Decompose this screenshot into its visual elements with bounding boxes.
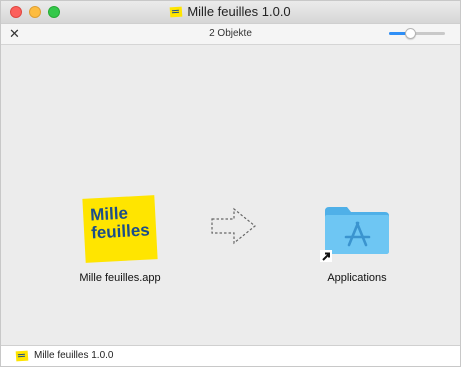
- window-title: Mille feuilles 1.0.0: [1, 4, 460, 19]
- icon-size-slider[interactable]: [389, 28, 445, 39]
- alias-arrow-icon: [320, 250, 332, 262]
- title-bar[interactable]: Mille feuilles 1.0.0: [1, 1, 460, 24]
- app-icon-text-line2: feuilles: [90, 220, 151, 243]
- app-label[interactable]: Mille feuilles.app: [56, 272, 184, 284]
- finder-window: Mille feuilles 1.0.0 ✕ 2 Objekte Mille f…: [0, 0, 461, 367]
- status-bar: Mille feuilles 1.0.0: [1, 345, 460, 366]
- window-content: Mille feuilles Mille feuilles.app Applic…: [1, 45, 460, 348]
- drag-arrow-icon: [211, 207, 256, 245]
- window-title-text: Mille feuilles 1.0.0: [187, 4, 291, 19]
- toolbar: ✕ 2 Objekte: [1, 24, 460, 45]
- applications-folder-icon[interactable]: [323, 205, 391, 255]
- mille-feuilles-app-icon[interactable]: Mille feuilles: [82, 195, 158, 263]
- applications-label[interactable]: Applications: [301, 272, 413, 284]
- path-label[interactable]: Mille feuilles 1.0.0: [34, 350, 113, 361]
- volume-icon: [15, 350, 29, 362]
- volume-icon: [169, 6, 183, 18]
- slider-knob[interactable]: [405, 28, 416, 39]
